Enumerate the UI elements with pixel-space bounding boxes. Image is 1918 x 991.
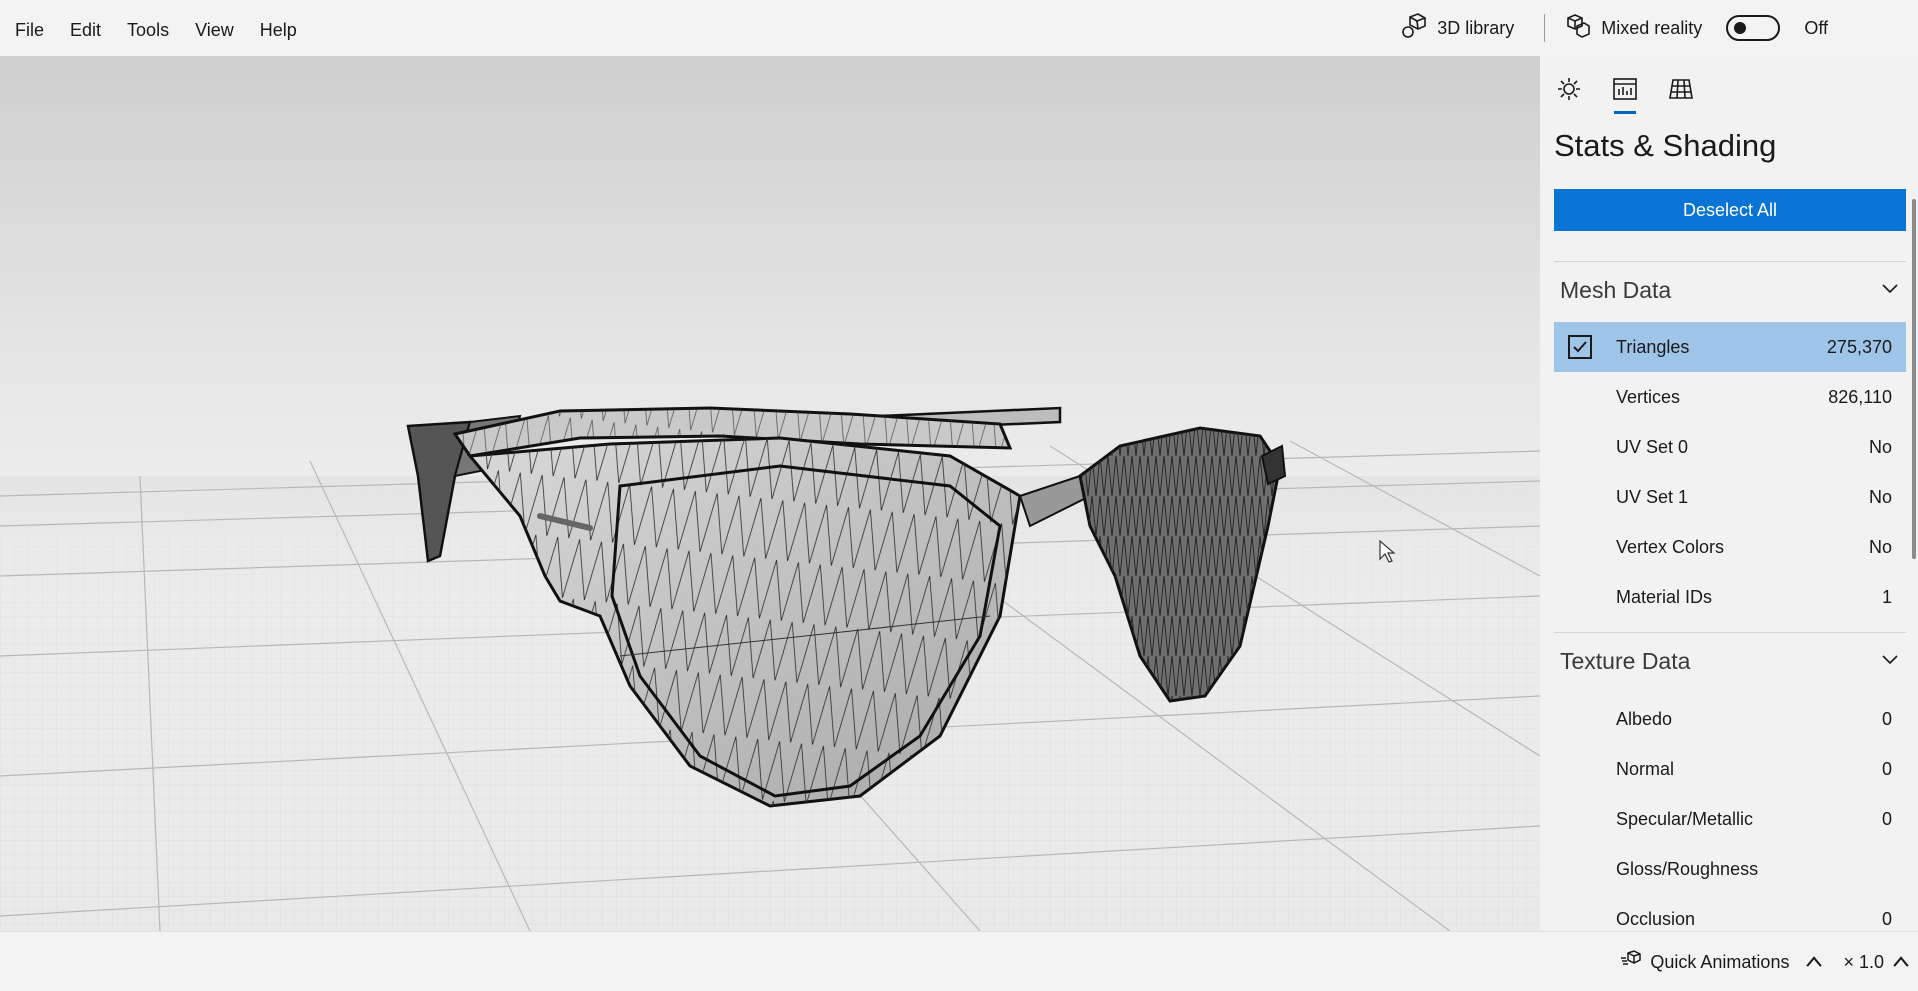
mixed-reality-control: Mixed reality Off: [1553, 0, 1918, 56]
toolbar-divider: [1544, 14, 1546, 42]
mixed-reality-label: Mixed reality: [1601, 17, 1703, 38]
menu-tools[interactable]: Tools: [114, 0, 182, 56]
mesh-row-triangles[interactable]: Triangles 275,370: [1554, 322, 1906, 372]
row-label: Albedo: [1616, 708, 1673, 729]
row-value: 275,370: [1826, 336, 1892, 357]
3d-library-button[interactable]: 3D library: [1389, 0, 1526, 56]
panel-tabs: [1552, 68, 1698, 114]
row-label: Triangles: [1616, 336, 1690, 357]
row-value: No: [1868, 536, 1892, 557]
quick-animations-label: Quick Animations: [1650, 951, 1790, 972]
app-window: File Edit Tools View Help 3D library Mix…: [0, 0, 1918, 991]
deselect-all-button[interactable]: Deselect All: [1554, 189, 1906, 231]
mesh-row-vertex-colors[interactable]: Vertex Colors No: [1554, 522, 1906, 572]
section-divider: [1554, 261, 1906, 262]
texture-row-occlusion[interactable]: Occlusion 0: [1554, 894, 1906, 931]
section-divider: [1554, 632, 1906, 633]
cube-icon: [1401, 12, 1427, 44]
row-label: Gloss/Roughness: [1616, 858, 1759, 879]
mesh-row-material-ids[interactable]: Material IDs 1: [1554, 572, 1906, 622]
tab-grid[interactable]: [1664, 68, 1698, 114]
mesh-row-uv-set-0[interactable]: UV Set 0 No: [1554, 422, 1906, 472]
row-value: No: [1868, 486, 1892, 507]
tab-lighting[interactable]: [1552, 68, 1586, 114]
texture-data-header[interactable]: Texture Data: [1554, 641, 1906, 681]
row-value: 0: [1881, 708, 1892, 729]
menu-file[interactable]: File: [0, 0, 57, 56]
mixed-reality-state: Off: [1804, 17, 1828, 38]
chevron-up-icon: [1893, 956, 1909, 967]
row-value: No: [1868, 436, 1892, 457]
chevron-down-icon: [1880, 278, 1900, 303]
texture-row-gloss-roughness[interactable]: Gloss/Roughness: [1554, 844, 1906, 894]
row-label: Occlusion: [1616, 908, 1696, 929]
panel-title: Stats & Shading: [1554, 128, 1777, 163]
row-value: 1: [1881, 586, 1892, 607]
status-right: Quick Animations × 1.0: [1620, 932, 1918, 991]
texture-data-title: Texture Data: [1560, 647, 1691, 674]
mesh-data-header[interactable]: Mesh Data: [1554, 270, 1906, 310]
sun-icon: [1556, 76, 1582, 107]
mesh-data-title: Mesh Data: [1560, 276, 1672, 303]
panel-scrollbar[interactable]: [1912, 199, 1916, 559]
toolbar-right: 3D library Mixed reality Off: [1389, 0, 1918, 56]
3d-library-label: 3D library: [1437, 17, 1515, 38]
row-value: 0: [1881, 808, 1892, 829]
animation-speed-control[interactable]: × 1.0: [1843, 951, 1912, 973]
menu-edit[interactable]: Edit: [57, 0, 114, 56]
mixed-reality-icon: [1565, 13, 1591, 44]
row-label: Vertex Colors: [1616, 536, 1725, 557]
3d-viewport[interactable]: [0, 56, 1540, 931]
row-label: Material IDs: [1616, 586, 1713, 607]
tab-stats-shading[interactable]: [1608, 68, 1642, 114]
row-label: Vertices: [1616, 386, 1681, 407]
toggle-knob: [1734, 22, 1747, 34]
grid-icon: [1668, 76, 1694, 107]
animation-icon: [1620, 949, 1642, 976]
chevron-up-icon: [1806, 956, 1823, 967]
texture-row-specular-metallic[interactable]: Specular/Metallic 0: [1554, 794, 1906, 844]
mesh-row-uv-set-1[interactable]: UV Set 1 No: [1554, 472, 1906, 522]
row-value: 0: [1881, 908, 1892, 929]
row-label: UV Set 0: [1616, 436, 1689, 457]
animation-speed-value: × 1.0: [1843, 951, 1884, 972]
stats-icon: [1612, 76, 1638, 107]
mixed-reality-toggle[interactable]: [1726, 15, 1781, 41]
row-label: UV Set 1: [1616, 486, 1689, 507]
chevron-down-icon: [1880, 649, 1900, 674]
quick-animations-button[interactable]: Quick Animations: [1620, 949, 1825, 976]
mesh-row-vertices[interactable]: Vertices 826,110: [1554, 372, 1906, 422]
menu-help[interactable]: Help: [247, 0, 310, 56]
texture-row-albedo[interactable]: Albedo 0: [1554, 694, 1906, 744]
menu-bar: File Edit Tools View Help 3D library Mix…: [0, 0, 1918, 56]
3d-scene: [0, 406, 1540, 931]
row-label: Specular/Metallic: [1616, 808, 1754, 829]
checkbox-checked-icon[interactable]: [1568, 335, 1592, 359]
menu-view[interactable]: View: [182, 0, 247, 56]
row-value: 0: [1881, 758, 1892, 779]
row-label: Normal: [1616, 758, 1675, 779]
texture-row-normal[interactable]: Normal 0: [1554, 744, 1906, 794]
status-bar: Quick Animations × 1.0: [0, 931, 1918, 991]
row-value: 826,110: [1828, 386, 1892, 407]
stats-panel: Stats & Shading Deselect All Mesh Data T…: [1540, 56, 1918, 931]
